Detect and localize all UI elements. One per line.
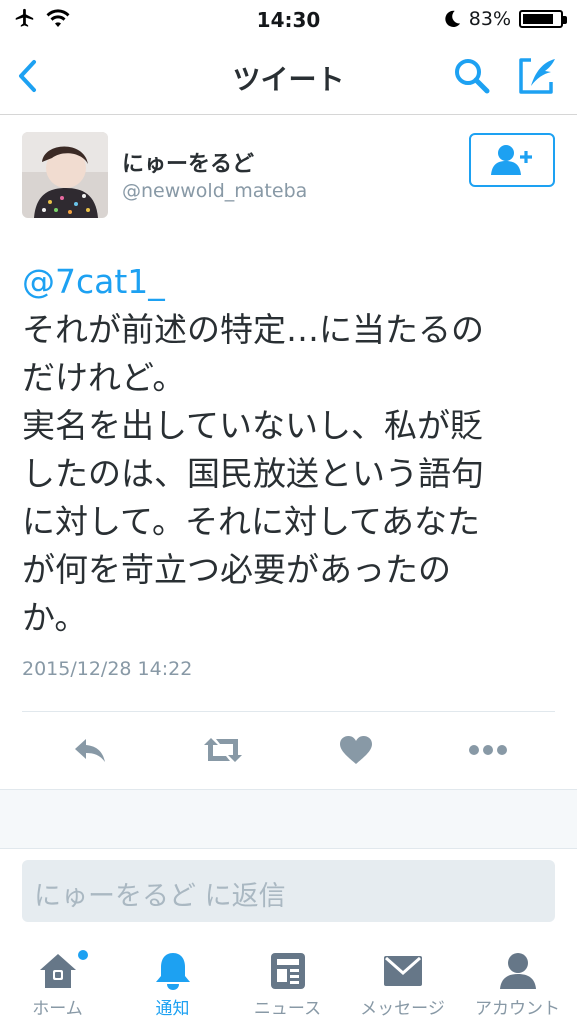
follow-button[interactable] bbox=[469, 133, 555, 187]
home-icon bbox=[37, 950, 79, 992]
tweet-actions bbox=[0, 712, 577, 788]
tweet-line: 実名を出していないし、私が貶 bbox=[22, 406, 484, 445]
tab-label: 通知 bbox=[155, 999, 190, 1019]
home-notification-dot bbox=[78, 950, 88, 960]
reply-input[interactable]: にゅーをるど に返信 bbox=[22, 860, 555, 922]
more-icon[interactable] bbox=[468, 734, 508, 766]
tweet-line: に対して。それに対してあなた bbox=[22, 502, 481, 541]
status-right: 83% bbox=[443, 8, 567, 30]
status-bar: 14:30 83% bbox=[0, 0, 577, 40]
search-icon[interactable] bbox=[452, 56, 492, 100]
user-handle[interactable]: @newwold_mateba bbox=[122, 180, 307, 202]
tab-notifications[interactable]: 通知 bbox=[115, 936, 230, 1024]
nav-bar: ツイート bbox=[0, 40, 577, 115]
tweet-timestamp: 2015/12/28 14:22 bbox=[22, 658, 193, 680]
battery-level bbox=[523, 14, 553, 24]
separator-band bbox=[0, 789, 577, 849]
tweet-text: @7cat1_ それが前述の特定…に当たるの だけれど。 実名を出していないし、… bbox=[22, 258, 557, 642]
battery-icon bbox=[519, 10, 567, 28]
tab-news[interactable]: ニュース bbox=[230, 936, 345, 1024]
tab-home[interactable]: ホーム bbox=[0, 936, 115, 1024]
mention-link[interactable]: @7cat1_ bbox=[22, 258, 557, 306]
reply-placeholder: にゅーをるど に返信 bbox=[34, 881, 286, 912]
tweet-line: したのは、国民放送という語句 bbox=[22, 454, 484, 493]
user-name[interactable]: にゅーをるど bbox=[122, 146, 254, 178]
tweet-line: だけれど。 bbox=[22, 358, 186, 397]
bell-icon bbox=[152, 950, 194, 992]
tweet-line: それが前述の特定…に当たるの bbox=[22, 310, 484, 349]
reply-icon[interactable] bbox=[72, 734, 108, 766]
tab-account[interactable]: アカウント bbox=[460, 936, 575, 1024]
battery-percent: 83% bbox=[468, 8, 511, 30]
tweet-line: が何を苛立つ必要があったの bbox=[22, 550, 451, 589]
tab-label: アカウント bbox=[475, 999, 560, 1019]
moon-icon bbox=[445, 10, 460, 28]
tab-messages[interactable]: メッセージ bbox=[345, 936, 460, 1024]
battery-tip bbox=[563, 16, 567, 24]
tab-label: メッセージ bbox=[360, 999, 445, 1019]
retweet-icon[interactable] bbox=[202, 734, 244, 766]
tab-label: ニュース bbox=[253, 999, 322, 1019]
tweet-line: か。 bbox=[22, 598, 88, 637]
compose-icon[interactable] bbox=[517, 56, 559, 100]
account-icon bbox=[497, 950, 539, 992]
like-icon[interactable] bbox=[338, 734, 374, 766]
tab-bar: ホーム 通知 ニュース メッセージ アカウント bbox=[0, 936, 577, 1024]
tab-label: ホーム bbox=[32, 999, 83, 1019]
avatar[interactable] bbox=[22, 132, 108, 218]
news-icon bbox=[267, 950, 309, 992]
message-icon bbox=[382, 950, 424, 992]
add-user-icon bbox=[491, 145, 532, 175]
